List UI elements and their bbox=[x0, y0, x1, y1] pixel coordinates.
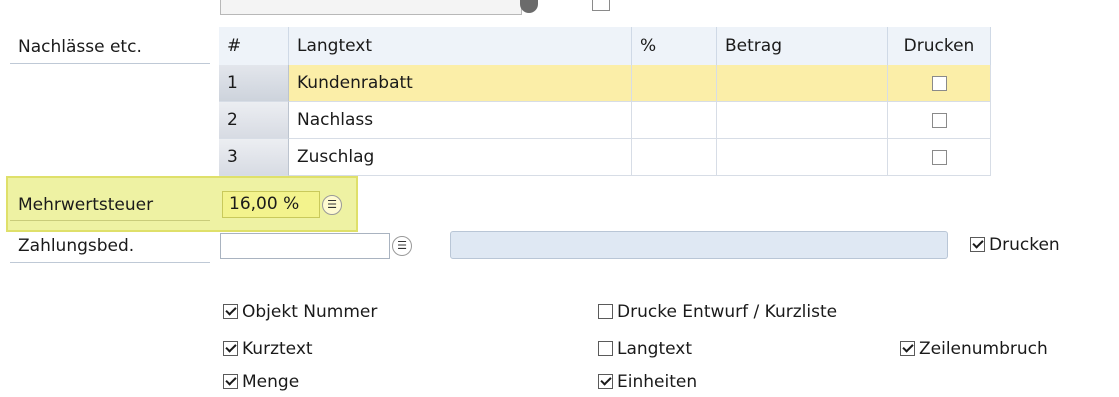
col-header-drucken[interactable]: Drucken bbox=[888, 27, 991, 65]
drucke-entwurf-label: Drucke Entwurf / Kurzliste bbox=[617, 302, 838, 322]
objekt-nummer-checkbox[interactable]: Objekt Nummer bbox=[223, 300, 377, 324]
drucken-checkbox[interactable] bbox=[931, 112, 947, 128]
drucken-checkbox[interactable] bbox=[931, 75, 947, 91]
einheiten-checkbox[interactable]: Einheiten bbox=[598, 370, 697, 394]
row-number[interactable]: 2 bbox=[219, 102, 289, 139]
mwst-label: Mehrwertsteuer bbox=[18, 195, 154, 215]
betrag-cell[interactable] bbox=[717, 139, 888, 176]
checkbox-icon bbox=[900, 341, 915, 356]
langtext-label: Langtext bbox=[617, 339, 693, 359]
objekt-nummer-label: Objekt Nummer bbox=[242, 302, 378, 322]
zahlung-list-icon[interactable]: ☰ bbox=[392, 236, 412, 256]
checkbox-icon bbox=[598, 374, 613, 389]
betrag-cell[interactable] bbox=[717, 65, 888, 102]
nachlaesse-label: Nachlässe etc. bbox=[18, 37, 142, 57]
kurztext-label: Kurztext bbox=[242, 339, 313, 359]
row-number[interactable]: 1 bbox=[219, 65, 289, 102]
table-row[interactable]: 1 Kundenrabatt bbox=[219, 65, 991, 102]
drucken-cell bbox=[888, 139, 991, 176]
col-header-num[interactable]: # bbox=[219, 27, 289, 65]
drucken-checkbox[interactable] bbox=[931, 149, 947, 165]
label-underline bbox=[10, 262, 210, 263]
col-header-betrag[interactable]: Betrag bbox=[717, 27, 888, 65]
col-header-percent[interactable]: % bbox=[632, 27, 717, 65]
langtext-cell[interactable]: Zuschlag bbox=[289, 139, 632, 176]
menge-label: Menge bbox=[242, 372, 300, 392]
langtext-checkbox[interactable]: Langtext bbox=[598, 337, 692, 361]
checkbox-icon bbox=[223, 374, 238, 389]
zahlung-drucken-label: Drucken bbox=[989, 235, 1060, 255]
zeilenumbruch-checkbox[interactable]: Zeilenumbruch bbox=[900, 337, 1048, 361]
drucke-entwurf-checkbox[interactable]: Drucke Entwurf / Kurzliste bbox=[598, 300, 837, 324]
betrag-cell[interactable] bbox=[717, 102, 888, 139]
checkbox-icon bbox=[223, 341, 238, 356]
einheiten-label: Einheiten bbox=[617, 372, 698, 392]
zahlung-drucken-checkbox[interactable]: Drucken bbox=[970, 233, 1060, 257]
col-header-langtext[interactable]: Langtext bbox=[289, 27, 632, 65]
cropped-select-button[interactable] bbox=[520, 0, 538, 13]
checkbox-icon bbox=[598, 304, 613, 319]
kurztext-checkbox[interactable]: Kurztext bbox=[223, 337, 313, 361]
checkbox-icon bbox=[223, 304, 238, 319]
drucken-cell bbox=[888, 102, 991, 139]
mwst-list-icon[interactable]: ☰ bbox=[322, 195, 342, 215]
row-number[interactable]: 3 bbox=[219, 139, 289, 176]
cropped-checkbox[interactable] bbox=[592, 0, 610, 11]
discount-table: # Langtext % Betrag Drucken 1 Kundenraba… bbox=[219, 27, 991, 182]
mwst-field[interactable]: 16,00 % bbox=[222, 191, 320, 218]
label-underline bbox=[10, 220, 210, 221]
cropped-input[interactable] bbox=[220, 0, 522, 15]
zeilenumbruch-label: Zeilenumbruch bbox=[919, 339, 1048, 359]
zahlung-description-field[interactable] bbox=[450, 231, 948, 259]
checkbox-icon bbox=[970, 237, 985, 252]
table-row[interactable]: 2 Nachlass bbox=[219, 102, 991, 139]
langtext-cell[interactable]: Kundenrabatt bbox=[289, 65, 632, 102]
menge-checkbox[interactable]: Menge bbox=[223, 370, 299, 394]
langtext-cell[interactable]: Nachlass bbox=[289, 102, 632, 139]
label-underline bbox=[10, 63, 210, 64]
zahlung-label: Zahlungsbed. bbox=[18, 236, 135, 256]
checkbox-icon bbox=[598, 341, 613, 356]
table-row[interactable]: 3 Zuschlag bbox=[219, 139, 991, 176]
percent-cell[interactable] bbox=[632, 139, 717, 176]
zahlung-input[interactable] bbox=[220, 233, 390, 259]
drucken-cell bbox=[888, 65, 991, 102]
percent-cell[interactable] bbox=[632, 65, 717, 102]
percent-cell[interactable] bbox=[632, 102, 717, 139]
